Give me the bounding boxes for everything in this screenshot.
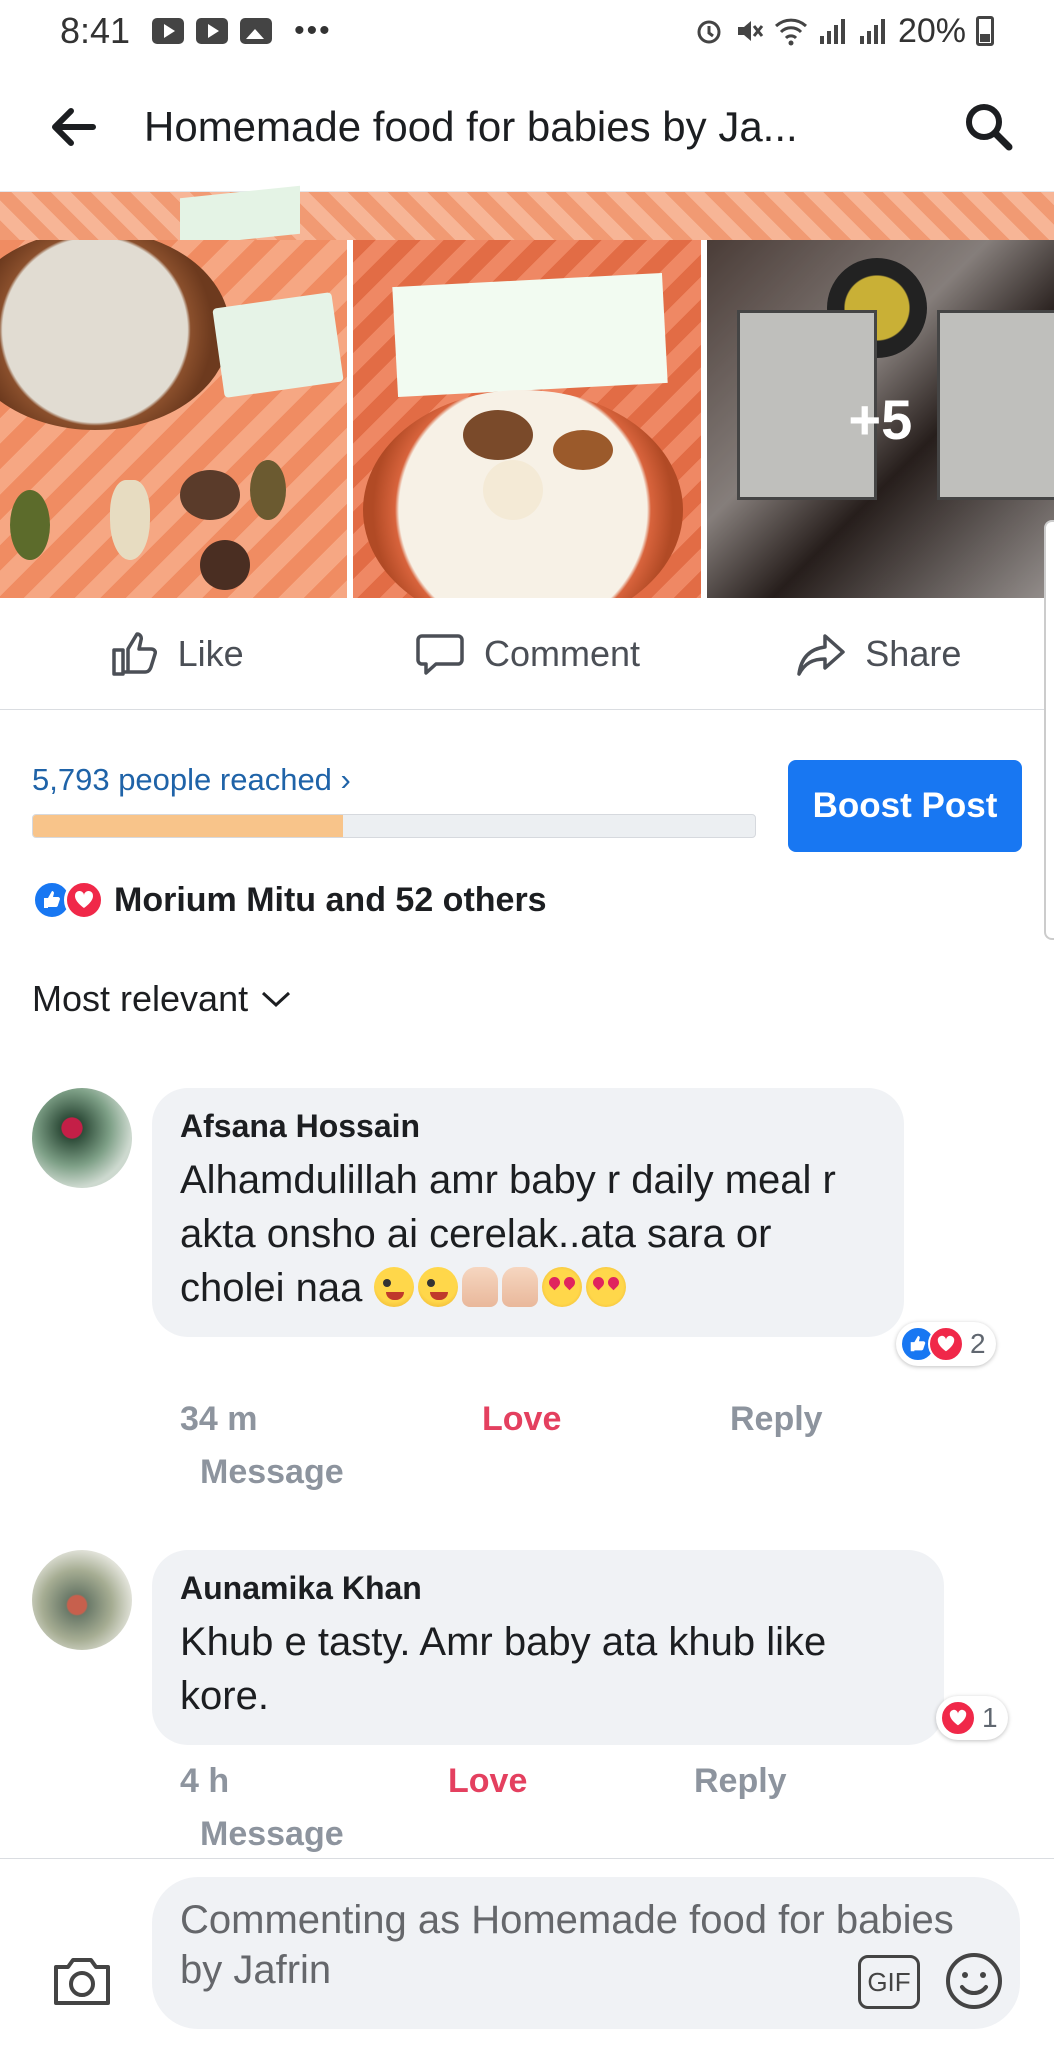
share-button[interactable]: Share [703, 628, 1054, 680]
comment-text: Khub e tasty. Amr baby ata khub like kor… [180, 1620, 827, 1718]
reactions-summary-text: Morium Mitu and 52 others [114, 880, 547, 919]
like-button[interactable]: Like [0, 628, 351, 680]
more-dots-icon: ••• [294, 14, 332, 47]
heart-eyes-emoji-icon [541, 1267, 582, 1307]
comment-sort-dropdown[interactable]: Most relevant [32, 978, 292, 1020]
comment-bubble[interactable]: Afsana Hossain Alhamdulillah amr baby r … [152, 1088, 904, 1337]
battery-percent: 20% [897, 11, 966, 50]
comment-label: Comment [483, 632, 641, 674]
nut [180, 470, 240, 520]
winking-face-emoji-icon [417, 1267, 458, 1307]
gif-button[interactable]: GIF [858, 1955, 920, 2009]
comment-button[interactable]: Comment [351, 628, 702, 680]
reaction-count: 1 [982, 1702, 998, 1733]
comment-bubble[interactable]: Aunamika Khan Khub e tasty. Amr baby ata… [152, 1550, 944, 1745]
youtube-icon [152, 18, 185, 44]
signal-icon [819, 19, 845, 44]
share-arrow-icon [797, 633, 846, 676]
search-icon [966, 103, 1013, 150]
status-time: 8:41 [60, 10, 131, 51]
photo-packaging[interactable]: +5 [706, 240, 1054, 598]
banner-card [180, 185, 300, 247]
search-button[interactable] [954, 92, 1024, 162]
comment-message-button[interactable]: Message [200, 1453, 344, 1492]
gallery-icon [240, 18, 273, 44]
photo-stage2-cereal-nuts[interactable] [0, 240, 348, 598]
love-reaction-icon [928, 1326, 964, 1362]
thumbs-up-emoji-icon [501, 1267, 538, 1307]
people-reached-link[interactable]: 5,793 people reached › [32, 762, 351, 798]
camera-icon [54, 1958, 110, 2005]
comment-reply-button[interactable]: Reply [694, 1762, 787, 1801]
nut [200, 540, 250, 590]
thumbs-up-icon [111, 631, 157, 676]
share-label: Share [865, 632, 962, 674]
walnut [463, 410, 534, 460]
post-actions: Like Comment Share [0, 598, 1054, 710]
comment-reply-button[interactable]: Reply [730, 1400, 823, 1439]
status-right: 20% [694, 12, 994, 51]
comment-author[interactable]: Aunamika Khan [180, 1570, 916, 1607]
almond [553, 430, 614, 470]
reach-progress-fill [33, 815, 344, 837]
comment-message-button[interactable]: Message [200, 1815, 344, 1854]
chevron-right-icon: › [340, 762, 351, 797]
comment-author[interactable]: Afsana Hossain [180, 1108, 876, 1145]
back-button[interactable] [38, 92, 108, 162]
boost-post-button[interactable]: Boost Post [788, 760, 1022, 852]
mute-icon [737, 21, 764, 41]
comment-time: 4 h [180, 1762, 230, 1800]
wifi-icon [774, 18, 807, 46]
comment-text: Alhamdulillah amr baby r daily meal r ak… [180, 1153, 876, 1315]
bowl [0, 240, 230, 430]
love-reaction-icon [64, 880, 104, 920]
signal-icon [859, 19, 885, 44]
alarm-icon [697, 20, 721, 44]
avatar[interactable] [32, 1088, 132, 1188]
cashew [483, 460, 544, 520]
header: Homemade food for babies by Ja... [0, 62, 1054, 192]
love-reaction-icon [940, 1700, 976, 1736]
photo-grid: +5 [0, 240, 1054, 598]
nut [250, 460, 286, 520]
status-bar: 8:41 ••• 20% [0, 0, 1054, 62]
comment-bubble-icon [416, 633, 464, 675]
avatar[interactable] [32, 1550, 132, 1650]
comment-reaction-count[interactable]: 1 [936, 1696, 1008, 1740]
comment-reaction-count[interactable]: 2 [896, 1322, 996, 1366]
reactions-summary[interactable]: Morium Mitu and 52 others [32, 880, 547, 920]
youtube-icon [196, 18, 229, 44]
nut [10, 490, 50, 560]
smiley-icon [946, 1953, 1002, 2009]
comment-time: 34 m [180, 1400, 258, 1438]
sort-label: Most relevant [32, 978, 249, 1019]
reaction-icons [32, 880, 104, 920]
comment-composer: Commenting as Homemade food for babies b… [0, 1858, 1054, 2048]
label-card [212, 292, 344, 398]
photo-stage2-cereal-bowl[interactable] [353, 240, 701, 598]
reaction-count: 2 [970, 1328, 986, 1359]
camera-button[interactable] [50, 1951, 114, 2011]
page-title: Homemade food for babies by Ja... [144, 102, 798, 150]
reach-progress-bar [32, 814, 756, 838]
winking-face-emoji-icon [373, 1267, 414, 1307]
chevron-down-icon [262, 991, 291, 1008]
like-label: Like [177, 632, 244, 674]
heart-eyes-emoji-icon [585, 1267, 626, 1307]
battery-icon [976, 16, 994, 46]
nut [110, 480, 150, 560]
post-cover-image[interactable] [0, 185, 1054, 247]
label-card [392, 273, 669, 397]
thumbs-up-emoji-icon [461, 1267, 498, 1307]
back-arrow-icon [52, 107, 96, 146]
people-reached-text: 5,793 people reached [32, 762, 332, 797]
comment-love-button[interactable]: Love [448, 1762, 527, 1801]
emoji-button[interactable] [944, 1951, 1004, 2011]
comment-love-button[interactable]: Love [482, 1400, 561, 1439]
scroll-edge-tab[interactable] [1044, 520, 1054, 940]
more-photos-count[interactable]: +5 [706, 240, 1054, 598]
